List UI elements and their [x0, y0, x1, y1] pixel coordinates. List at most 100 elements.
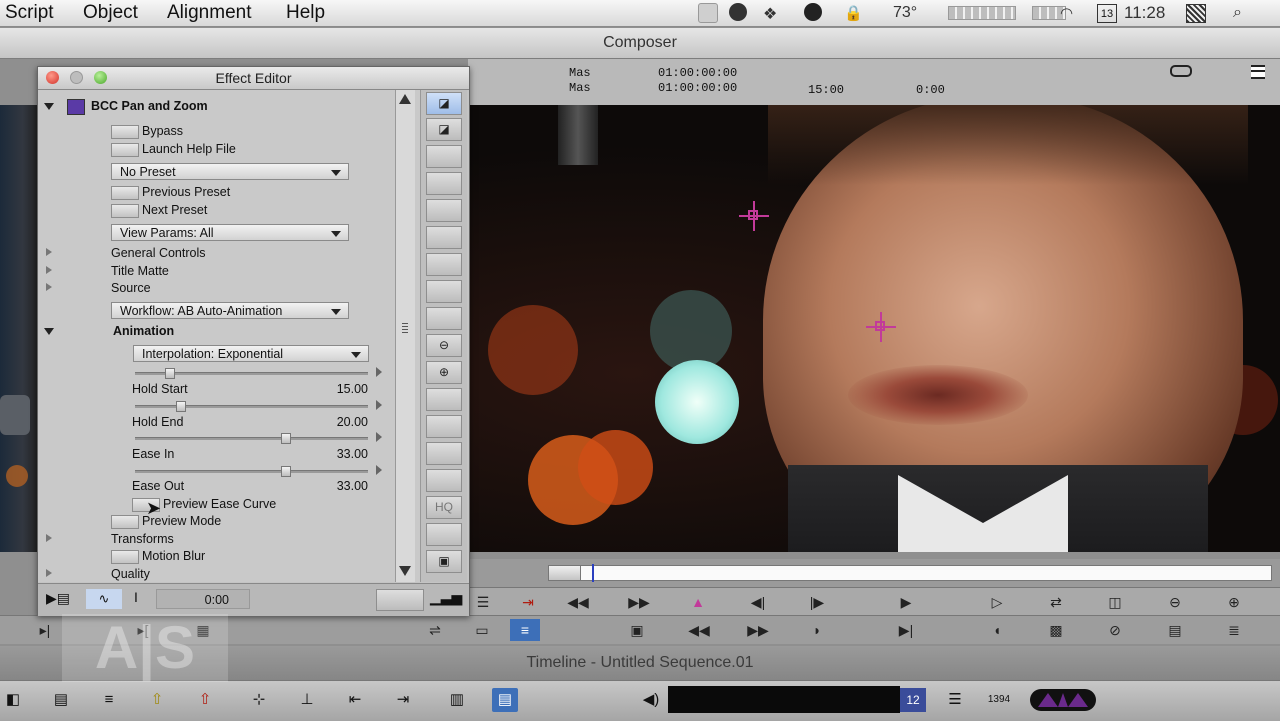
empty-tool-6[interactable]: [426, 280, 462, 303]
scroll-down-icon[interactable]: [399, 566, 411, 576]
ease-out-value[interactable]: 33.00: [308, 479, 368, 493]
play-icon[interactable]: ▶: [891, 591, 921, 613]
quicksilver-icon[interactable]: [729, 3, 747, 21]
ease-out-slider[interactable]: [135, 466, 368, 477]
zoom-button[interactable]: [94, 71, 107, 84]
empty-tool-2[interactable]: [426, 172, 462, 195]
move-right-icon[interactable]: ⇥: [390, 688, 416, 712]
preview-mode-checkbox[interactable]: [111, 515, 139, 529]
zoom-out-tool-icon[interactable]: ⊖: [426, 334, 462, 357]
title-matte-triangle[interactable]: [46, 266, 52, 274]
view-params-dropdown[interactable]: View Params: All: [111, 224, 349, 241]
menu-script[interactable]: Script: [5, 2, 54, 24]
empty-tool-12[interactable]: [426, 523, 462, 546]
hold-start-thumb[interactable]: [165, 368, 175, 379]
frame-icon[interactable]: ▭: [467, 619, 497, 641]
keyframe-crosshair-1[interactable]: [739, 201, 769, 231]
empty-tool-7[interactable]: [426, 307, 462, 330]
link-icon[interactable]: [1170, 65, 1192, 77]
empty-tool-3[interactable]: [426, 199, 462, 222]
interpolation-dropdown[interactable]: Interpolation: Exponential: [133, 345, 369, 362]
calendar-icon[interactable]: 13: [1097, 4, 1117, 23]
motion-curve-icon[interactable]: ∿: [86, 589, 122, 609]
menu-help[interactable]: Help: [286, 2, 325, 24]
ease-in-keyframe-icon[interactable]: [376, 432, 382, 442]
ease-in-slider[interactable]: [135, 433, 368, 444]
general-controls-label[interactable]: General Controls: [111, 246, 206, 260]
menu-list-icon[interactable]: ≣: [1219, 619, 1249, 641]
menu-icon[interactable]: [1251, 65, 1265, 79]
empty-tool-1[interactable]: [426, 145, 462, 168]
hold-end-keyframe-icon[interactable]: [376, 400, 382, 410]
move-left-icon[interactable]: ⇤: [342, 688, 368, 712]
rewind-icon[interactable]: ◀◀: [563, 591, 593, 613]
list-icon[interactable]: ☰: [468, 591, 498, 613]
split-view-icon[interactable]: ◫: [1100, 591, 1130, 613]
preset-dropdown[interactable]: No Preset: [111, 163, 349, 180]
effect-time-readout[interactable]: 0:00: [156, 589, 250, 609]
render-icon[interactable]: ▣: [622, 619, 652, 641]
extract-icon[interactable]: ⇧: [192, 688, 218, 712]
hold-end-slider[interactable]: [135, 401, 368, 412]
swap-icon[interactable]: ⇌: [420, 619, 450, 641]
step-back-icon[interactable]: ◀|: [743, 591, 773, 613]
timeline-view-icon[interactable]: ▤: [1160, 619, 1190, 641]
empty-tool-10[interactable]: [426, 442, 462, 465]
dropbox-icon[interactable]: ❖: [763, 4, 777, 24]
ease-in-thumb[interactable]: [281, 433, 291, 444]
scroll-up-icon[interactable]: [399, 94, 411, 104]
empty-tool-5[interactable]: [426, 253, 462, 276]
ease-in-value[interactable]: 33.00: [308, 447, 368, 461]
audio-meter-icon[interactable]: ▁▃▅: [430, 589, 462, 606]
speaker-icon[interactable]: ◀): [638, 688, 664, 712]
animation-expand-triangle[interactable]: [44, 328, 54, 335]
hold-end-value[interactable]: 20.00: [308, 415, 368, 429]
wifi-icon[interactable]: ◠: [1060, 4, 1073, 22]
zoom-in-tool-icon[interactable]: ⊕: [426, 361, 462, 384]
bypass-checkbox[interactable]: [111, 125, 139, 139]
position-indicator-icon[interactable]: I: [134, 589, 138, 605]
transforms-triangle[interactable]: [46, 534, 52, 542]
show-frame-2-icon[interactable]: ◪: [426, 118, 462, 141]
segment-icon[interactable]: ≡: [96, 688, 122, 712]
empty-tool-11[interactable]: [426, 469, 462, 492]
lift-icon[interactable]: ⇧: [144, 688, 170, 712]
prev-edit-icon[interactable]: ◀◀: [684, 619, 714, 641]
tc-label-1[interactable]: Mas: [569, 66, 591, 80]
menu-alignment[interactable]: Alignment: [167, 2, 252, 24]
close-button[interactable]: [46, 71, 59, 84]
firewire-icon[interactable]: 1394: [986, 688, 1012, 712]
empty-tool-4[interactable]: [426, 226, 462, 249]
tc-label-2[interactable]: Mas: [569, 81, 591, 95]
render-effect-icon[interactable]: ▣: [426, 550, 462, 573]
source-triangle[interactable]: [46, 283, 52, 291]
track-numbers-icon[interactable]: 12: [900, 688, 926, 712]
list-view-icon[interactable]: ☰: [942, 688, 968, 712]
clock[interactable]: 11:28: [1124, 3, 1165, 23]
hold-end-thumb[interactable]: [176, 401, 186, 412]
timeline-strip[interactable]: [580, 565, 1272, 581]
show-frame-icon[interactable]: ◪: [426, 92, 462, 115]
source-label[interactable]: Source: [111, 281, 151, 295]
timeline-menu-icon[interactable]: ▤: [492, 688, 518, 712]
zoom-in-icon[interactable]: ⊕: [1219, 591, 1249, 613]
hold-start-value[interactable]: 15.00: [308, 382, 368, 396]
transforms-label[interactable]: Transforms: [111, 532, 174, 546]
keyframe-crosshair-2[interactable]: [866, 312, 896, 342]
effect-editor-titlebar[interactable]: Effect Editor: [38, 67, 469, 90]
workflow-dropdown[interactable]: Workflow: AB Auto-Animation: [111, 302, 349, 319]
effect-editor-window[interactable]: Effect Editor BCC Pan and Zoom Bypass La…: [37, 66, 470, 616]
scroll-grip[interactable]: [402, 323, 408, 333]
effect-tool-icon[interactable]: ▶▤: [46, 590, 70, 607]
spotlight-search-icon[interactable]: ⌕: [1233, 4, 1242, 22]
disable-icon[interactable]: ⊘: [1100, 619, 1130, 641]
empty-tool-8[interactable]: [426, 388, 462, 411]
add-keyframe-icon[interactable]: ▲: [683, 591, 713, 613]
track-icon[interactable]: ▤: [48, 688, 74, 712]
hq-button[interactable]: HQ: [426, 496, 462, 519]
fast-forward-icon[interactable]: ▶▶: [624, 591, 654, 613]
effect-expand-triangle[interactable]: [44, 103, 54, 110]
clipboard-icon[interactable]: [698, 3, 718, 23]
effect-footer-button[interactable]: [376, 589, 424, 611]
lift-overwrite-icon[interactable]: ⇥: [513, 591, 543, 613]
